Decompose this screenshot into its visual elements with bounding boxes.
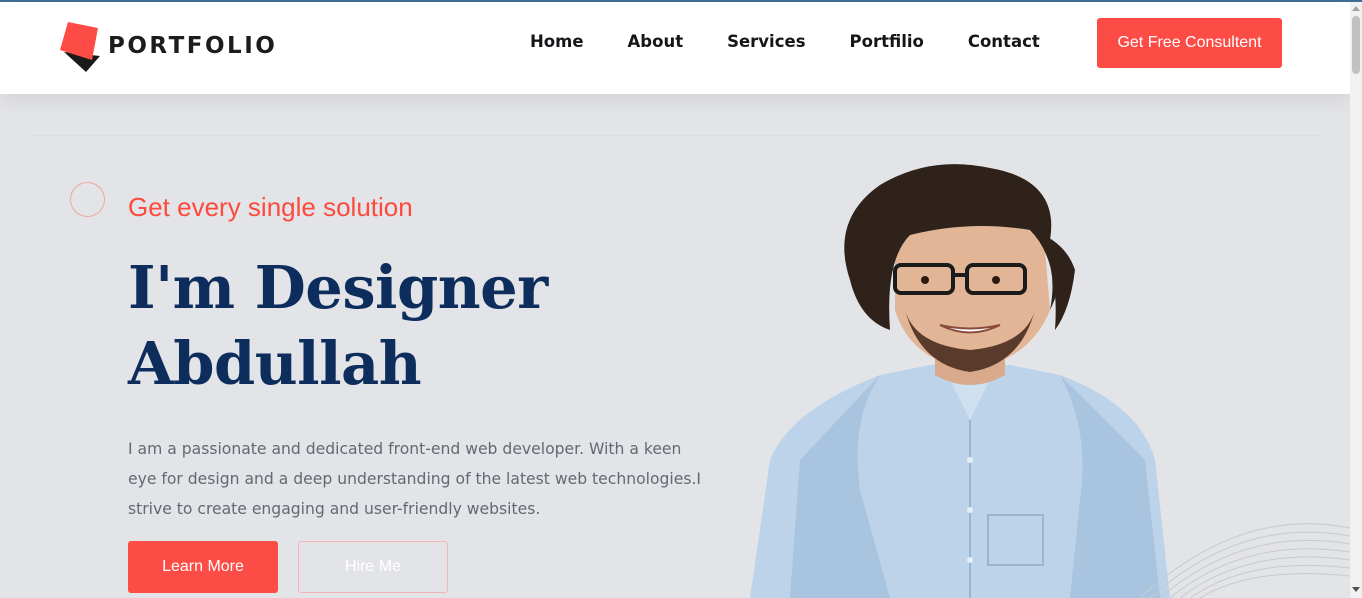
nav-item-portfolio[interactable]: Portfilio <box>850 32 924 51</box>
nav-item-contact[interactable]: Contact <box>968 32 1040 51</box>
hire-me-button[interactable]: Hire Me <box>298 541 448 593</box>
learn-more-button[interactable]: Learn More <box>128 541 278 593</box>
description-line-2: eye for design and a deep understanding … <box>128 470 702 488</box>
hero-tagline: Get every single solution <box>128 192 413 222</box>
hero-description: I am a passionate and dedicated front-en… <box>128 434 702 524</box>
headline-line-1: I'm Designer <box>128 253 548 322</box>
site-header: PORTFOLIO Home About Services Portfilio … <box>0 2 1350 94</box>
scroll-down-arrow-icon[interactable] <box>1352 587 1360 592</box>
hero-portrait-image <box>730 160 1190 598</box>
page-scrollbar[interactable] <box>1350 2 1362 598</box>
description-line-3: strive to create engaging and user-frien… <box>128 500 541 518</box>
scroll-up-arrow-icon[interactable] <box>1352 6 1360 11</box>
logo-text: PORTFOLIO <box>108 33 278 59</box>
hero-headline: I'm Designer Abdullah <box>128 250 688 402</box>
main-nav: Home About Services Portfilio Contact <box>508 32 1062 51</box>
nav-item-about[interactable]: About <box>628 32 684 51</box>
headline-line-2: Abdullah <box>128 329 422 398</box>
nav-item-services[interactable]: Services <box>727 32 805 51</box>
decorative-arc-lines <box>1130 510 1351 598</box>
scrollbar-thumb[interactable] <box>1352 16 1360 74</box>
nav-item-home[interactable]: Home <box>530 32 584 51</box>
description-line-1: I am a passionate and dedicated front-en… <box>128 440 682 458</box>
get-free-consultant-button[interactable]: Get Free Consultent <box>1097 18 1282 68</box>
portfolio-logo-icon <box>60 20 102 72</box>
site-logo[interactable]: PORTFOLIO <box>60 20 280 72</box>
decorative-circle <box>70 182 105 217</box>
section-divider <box>30 135 1320 136</box>
